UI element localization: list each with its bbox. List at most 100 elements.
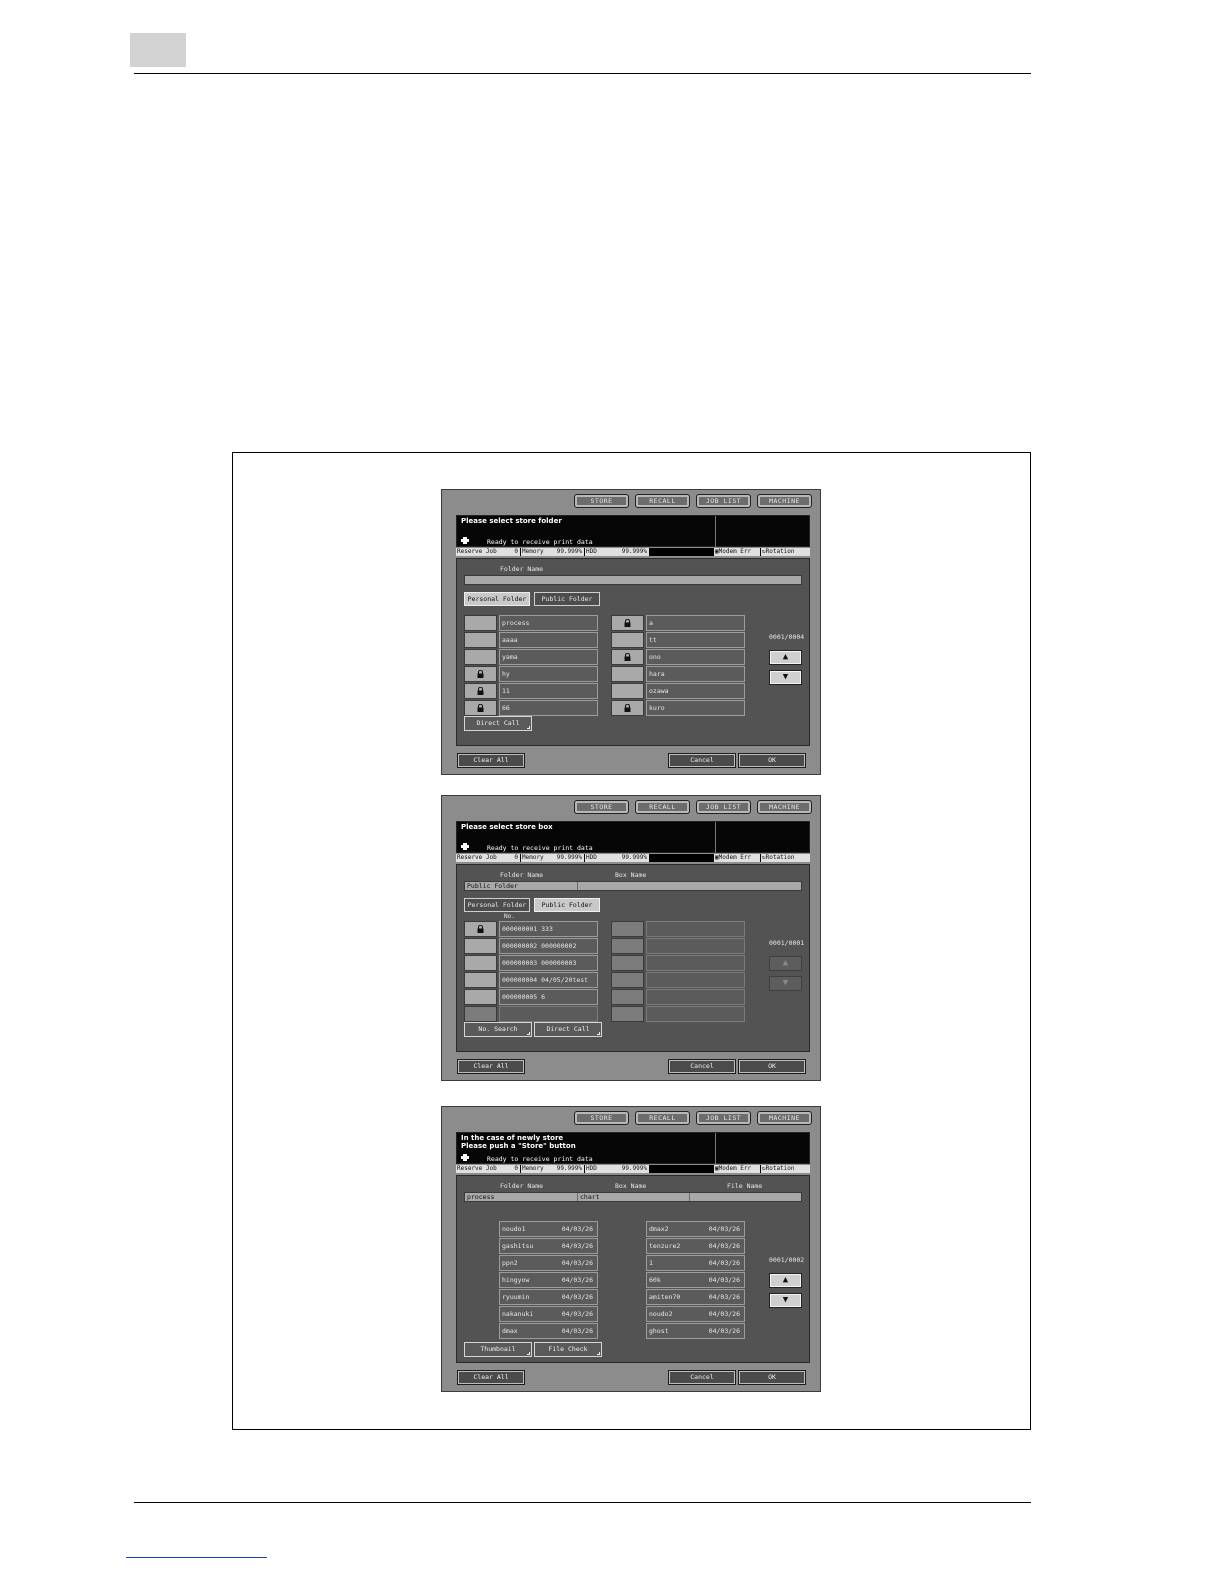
lock-slot	[611, 921, 644, 937]
folder-item[interactable]: 66	[499, 700, 598, 716]
tab-machine[interactable]: MACHINE	[757, 494, 812, 508]
box-item[interactable]	[646, 955, 745, 971]
no-search-button[interactable]: No. Search	[464, 1022, 532, 1037]
clear-all-button[interactable]: Clear All	[457, 1370, 525, 1385]
folder-item[interactable]: hy	[499, 666, 598, 682]
cancel-button[interactable]: Cancel	[668, 753, 736, 768]
file-item[interactable]: dmax 04/03/26	[499, 1323, 598, 1339]
corner-mark-icon	[597, 1352, 600, 1355]
folder-item[interactable]: a	[646, 615, 745, 631]
file-item[interactable]: tenzure2 04/03/26	[646, 1238, 745, 1254]
scroll-down-button[interactable]: ▼	[769, 1293, 802, 1308]
folder-name-bar	[464, 575, 802, 585]
mode-tab-bar: STORE RECALL JOB LIST MACHINE	[574, 494, 812, 508]
tab-job-list[interactable]: JOB LIST	[696, 1111, 751, 1125]
file-item[interactable]: nakanuki 04/03/26	[499, 1306, 598, 1322]
box-item[interactable]	[646, 921, 745, 937]
tab-store[interactable]: STORE	[574, 800, 629, 814]
tab-public-folder[interactable]: Public Folder	[534, 898, 600, 912]
tab-personal-folder[interactable]: Personal Folder	[464, 592, 530, 606]
file-item[interactable]: 1 04/03/26	[646, 1255, 745, 1271]
box-item[interactable]: 000000001 333	[499, 921, 598, 937]
triangle-down-icon: ▼	[782, 1295, 789, 1305]
thumbnail-button[interactable]: Thumbnail	[464, 1342, 532, 1357]
file-check-button[interactable]: File Check	[534, 1342, 602, 1357]
printer-icon	[461, 843, 469, 850]
lock-slot	[611, 632, 644, 648]
content-area: Folder Name Box Name File Name process c…	[456, 1175, 810, 1363]
file-item[interactable]: hingyow 04/03/26	[499, 1272, 598, 1288]
tab-job-list[interactable]: JOB LIST	[696, 494, 751, 508]
clear-all-button[interactable]: Clear All	[457, 1059, 525, 1074]
folder-item[interactable]: kuro	[646, 700, 745, 716]
file-item[interactable]: dmax2 04/03/26	[646, 1221, 745, 1237]
direct-call-button[interactable]: Direct Call	[534, 1022, 602, 1037]
corner-mark-icon	[527, 1032, 530, 1035]
file-item[interactable]: ghost 04/03/26	[646, 1323, 745, 1339]
box-item[interactable]	[646, 972, 745, 988]
folder-item[interactable]: tt	[646, 632, 745, 648]
folder-item[interactable]: 11	[499, 683, 598, 699]
folder-item[interactable]: process	[499, 615, 598, 631]
direct-call-button[interactable]: Direct Call	[464, 716, 532, 731]
footer-link[interactable]	[126, 1557, 267, 1558]
box-item[interactable]	[646, 1006, 745, 1022]
box-item[interactable]	[646, 989, 745, 1005]
header-rule	[134, 73, 1031, 74]
lock-slot	[611, 955, 644, 971]
tab-store[interactable]: STORE	[574, 494, 629, 508]
scroll-up-button[interactable]: ▲	[769, 1273, 802, 1288]
folder-item[interactable]: ozawa	[646, 683, 745, 699]
store-folder-screen: STORE RECALL JOB LIST MACHINE Please sel…	[441, 489, 821, 775]
box-item[interactable]: 000000004 04/05/20test	[499, 972, 598, 988]
tab-personal-folder[interactable]: Personal Folder	[464, 898, 530, 912]
tab-job-list[interactable]: JOB LIST	[696, 800, 751, 814]
tab-machine[interactable]: MACHINE	[757, 800, 812, 814]
folder-item[interactable]: yama	[499, 649, 598, 665]
file-item[interactable]: ppn2 04/03/26	[499, 1255, 598, 1271]
file-item[interactable]: amiten70 04/03/26	[646, 1289, 745, 1305]
box-item[interactable]	[499, 1006, 598, 1022]
status-text: Ready to receive print data	[487, 1155, 593, 1163]
file-item[interactable]: 60k 04/03/26	[646, 1272, 745, 1288]
scroll-down-button[interactable]: ▼	[769, 670, 802, 685]
box-item[interactable]: 000000003 000000003	[499, 955, 598, 971]
tab-recall[interactable]: RECALL	[635, 800, 690, 814]
tab-recall[interactable]: RECALL	[635, 1111, 690, 1125]
tab-recall[interactable]: RECALL	[635, 494, 690, 508]
tab-public-folder[interactable]: Public Folder	[534, 592, 600, 606]
scroll-up-button[interactable]: ▲	[769, 956, 802, 971]
file-item[interactable]: noudo2 04/03/26	[646, 1306, 745, 1322]
lock-icon	[477, 925, 484, 933]
box-item[interactable]: 000000002 000000002	[499, 938, 598, 954]
tab-store[interactable]: STORE	[574, 1111, 629, 1125]
folder-name-value: process	[467, 1193, 495, 1201]
lock-slot	[464, 700, 497, 716]
folder-item[interactable]: hara	[646, 666, 745, 682]
file-item[interactable]: noudo1 04/03/26	[499, 1221, 598, 1237]
folder-name-value: Public Folder	[467, 882, 518, 890]
lock-slot	[464, 683, 497, 699]
scroll-down-button[interactable]: ▼	[769, 976, 802, 991]
ok-button[interactable]: OK	[738, 753, 806, 768]
folder-item[interactable]: ono	[646, 649, 745, 665]
box-item[interactable]	[646, 938, 745, 954]
box-item[interactable]: 000000005 6	[499, 989, 598, 1005]
file-item[interactable]: ryuumin 04/03/26	[499, 1289, 598, 1305]
ok-button[interactable]: OK	[738, 1370, 806, 1385]
page-indicator: 0001/0004	[769, 633, 805, 641]
cancel-button[interactable]: Cancel	[668, 1370, 736, 1385]
triangle-up-icon: ▲	[782, 652, 789, 662]
machine-status-bar: Reserve Job 0 Memory 99.999% HDD 99.999% ▣M…	[456, 1165, 810, 1173]
triangle-down-icon: ▼	[782, 672, 789, 682]
lock-slot	[464, 1006, 497, 1022]
file-item[interactable]: gashitsu 04/03/26	[499, 1238, 598, 1254]
scroll-up-button[interactable]: ▲	[769, 650, 802, 665]
cancel-button[interactable]: Cancel	[668, 1059, 736, 1074]
clear-all-button[interactable]: Clear All	[457, 753, 525, 768]
lock-icon	[477, 687, 484, 695]
tab-machine[interactable]: MACHINE	[757, 1111, 812, 1125]
ok-button[interactable]: OK	[738, 1059, 806, 1074]
message-text: In the case of newly store Please push a…	[461, 1134, 576, 1150]
folder-item[interactable]: aaaa	[499, 632, 598, 648]
